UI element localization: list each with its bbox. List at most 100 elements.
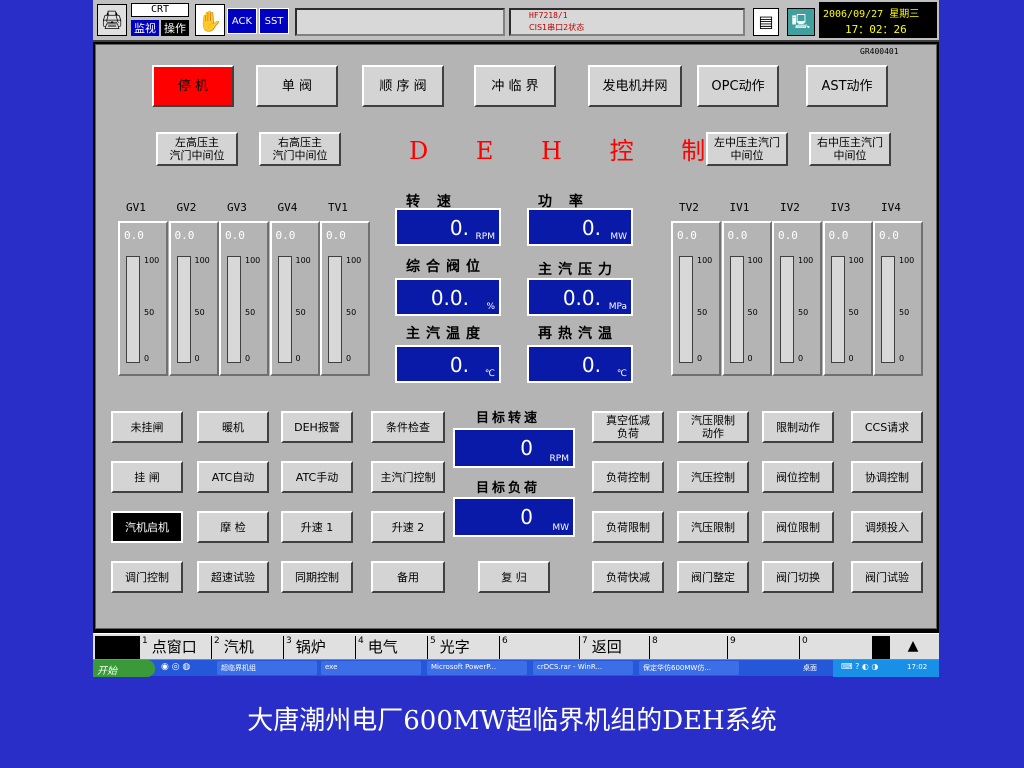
right-grid-button-3-2[interactable]: 阀门切换 bbox=[762, 561, 834, 593]
left-grid-button-2-2[interactable]: 升速 1 bbox=[281, 511, 353, 543]
tab-number: 1 bbox=[142, 636, 148, 646]
right-grid-button-3-0[interactable]: 负荷快减 bbox=[592, 561, 664, 593]
gauge-bar bbox=[126, 256, 140, 363]
label-reheat: 再热汽温 bbox=[538, 326, 618, 342]
right-grid-button-1-1[interactable]: 汽压控制 bbox=[677, 461, 749, 493]
monitor-button[interactable]: 监视 bbox=[131, 20, 159, 36]
right-grid-button-0-2[interactable]: 限制动作 bbox=[762, 411, 834, 443]
left-grid-button-1-3[interactable]: 主汽门控制 bbox=[371, 461, 445, 493]
left-grid-button-1-2[interactable]: ATC手动 bbox=[281, 461, 353, 493]
right-grid-button-1-2[interactable]: 阀位控制 bbox=[762, 461, 834, 493]
start-button[interactable]: 开始 bbox=[93, 660, 155, 677]
quick-launch-icons[interactable]: ◉ ◎ ◍ bbox=[161, 662, 190, 672]
hand-icon[interactable]: ✋ bbox=[195, 4, 225, 36]
unit-speed: RPM bbox=[475, 232, 495, 242]
left-grid-button-1-0[interactable]: 挂 闸 bbox=[111, 461, 183, 493]
top-button-5[interactable]: OPC动作 bbox=[697, 65, 779, 107]
scroll-up-icon[interactable]: ▲ bbox=[893, 638, 933, 658]
printer-icon[interactable]: 🖨 bbox=[97, 4, 127, 36]
taskbar-item-1[interactable]: exe bbox=[321, 661, 421, 675]
right-grid-button-2-3[interactable]: 调频投入 bbox=[851, 511, 923, 543]
right-grid-button-0-0[interactable]: 真空低减 负荷 bbox=[592, 411, 664, 443]
left-grid-button-3-0[interactable]: 调门控制 bbox=[111, 561, 183, 593]
left-grid-button-0-1[interactable]: 暖机 bbox=[197, 411, 269, 443]
left-grid-button-2-1[interactable]: 摩 检 bbox=[197, 511, 269, 543]
left-grid-button-0-3[interactable]: 条件检查 bbox=[371, 411, 445, 443]
right-grid-button-3-3[interactable]: 阀门试验 bbox=[851, 561, 923, 593]
right-grid-button-3-1[interactable]: 阀门整定 bbox=[677, 561, 749, 593]
value-temp: 0. bbox=[449, 353, 469, 377]
left-grid-button-3-2[interactable]: 同期控制 bbox=[281, 561, 353, 593]
tab-0[interactable]: 0 bbox=[799, 636, 872, 660]
tab-8[interactable]: 8 bbox=[649, 636, 727, 660]
sst-button[interactable]: SST bbox=[259, 8, 289, 34]
left-grid-button-2-0[interactable]: 汽机启机 bbox=[111, 511, 183, 543]
tab-1[interactable]: 1 点窗口 bbox=[139, 636, 211, 660]
taskbar-clock: 17:02 bbox=[907, 663, 928, 671]
left-grid-button-0-0[interactable]: 未挂闸 bbox=[111, 411, 183, 443]
tab-5[interactable]: 5 光字 bbox=[427, 636, 499, 660]
target-load-display[interactable]: 0 MW bbox=[453, 497, 575, 537]
tab-2[interactable]: 2 汽机 bbox=[211, 636, 283, 660]
scale-100: 100 bbox=[144, 256, 160, 265]
target-speed-label: 目标转速 bbox=[476, 411, 541, 426]
right-grid-button-2-2[interactable]: 阀位限制 bbox=[762, 511, 834, 543]
taskbar-item-3[interactable]: crDCS.rar - WinR... bbox=[533, 661, 633, 675]
ack-button[interactable]: ACK bbox=[227, 8, 257, 34]
tab-7[interactable]: 7 返回 bbox=[579, 636, 649, 660]
tab-4[interactable]: 4 电气 bbox=[355, 636, 427, 660]
right-grid-button-1-0[interactable]: 负荷控制 bbox=[592, 461, 664, 493]
taskbar-item-0[interactable]: 超临界机组 bbox=[217, 661, 317, 675]
right-grid-button-2-0[interactable]: 负荷限制 bbox=[592, 511, 664, 543]
target-load-value: 0 bbox=[520, 505, 533, 529]
tab-6[interactable]: 6 bbox=[499, 636, 579, 660]
reset-button[interactable]: 复 归 bbox=[478, 561, 550, 593]
scale-50: 50 bbox=[144, 308, 155, 317]
gauge-value: 0.0 bbox=[727, 229, 748, 242]
right-grid-button-1-3[interactable]: 协调控制 bbox=[851, 461, 923, 493]
value-pressure: 0.0. bbox=[562, 286, 601, 310]
top-button-2[interactable]: 顺 序 阀 bbox=[362, 65, 444, 107]
top-button-0[interactable]: 停 机 bbox=[152, 65, 234, 107]
scale-0: 0 bbox=[194, 354, 200, 363]
left-grid-button-2-3[interactable]: 升速 2 bbox=[371, 511, 445, 543]
gauge-value: 0.0 bbox=[677, 229, 697, 242]
gauge-label-iv3: IV3 bbox=[830, 201, 851, 214]
target-speed-display[interactable]: 0 RPM bbox=[453, 428, 575, 468]
taskbar-item-2[interactable]: Microsoft PowerP... bbox=[427, 661, 527, 675]
scale-50: 50 bbox=[899, 308, 910, 317]
right-grid-button-2-1[interactable]: 汽压限制 bbox=[677, 511, 749, 543]
tab-number: 9 bbox=[730, 636, 736, 646]
scale-100: 100 bbox=[848, 256, 864, 265]
right-ip-valve-mid-button[interactable]: 右中压主汽门 中间位 bbox=[809, 132, 891, 166]
display-power: 0. MW bbox=[527, 208, 633, 246]
top-button-3[interactable]: 冲 临 界 bbox=[474, 65, 556, 107]
top-button-6[interactable]: AST动作 bbox=[806, 65, 888, 107]
tab-3[interactable]: 3 锅炉 bbox=[283, 636, 355, 660]
valve-gauge-tv1: 0.0 100 50 0 bbox=[320, 221, 370, 376]
top-button-1[interactable]: 单 阀 bbox=[256, 65, 338, 107]
top-button-4[interactable]: 发电机并网 bbox=[588, 65, 682, 107]
right-hp-valve-mid-button[interactable]: 右高压主 汽门中间位 bbox=[259, 132, 341, 166]
left-grid-button-3-1[interactable]: 超速试验 bbox=[197, 561, 269, 593]
left-ip-valve-mid-button[interactable]: 左中压主汽门 中间位 bbox=[706, 132, 788, 166]
tab-number: 2 bbox=[214, 636, 220, 646]
gauge-bar bbox=[277, 256, 292, 363]
valve-gauge-iv2: 0.0 100 50 0 bbox=[772, 221, 822, 376]
tray-icons[interactable]: ⌨ ? ◐ ◑ bbox=[841, 662, 878, 671]
operate-button[interactable]: 操作 bbox=[161, 20, 189, 36]
taskbar-item-4[interactable]: 保定华仿600MW仿... bbox=[639, 661, 739, 675]
tab-9[interactable]: 9 bbox=[727, 636, 799, 660]
right-grid-button-0-1[interactable]: 汽压限制 动作 bbox=[677, 411, 749, 443]
display-pressure: 0.0. MPa bbox=[527, 278, 633, 316]
left-grid-button-0-2[interactable]: DEH报警 bbox=[281, 411, 353, 443]
command-field[interactable] bbox=[295, 8, 505, 36]
computer-icon[interactable]: 🖳 bbox=[787, 8, 815, 36]
left-hp-valve-mid-button[interactable]: 左高压主 汽门中间位 bbox=[156, 132, 238, 166]
right-grid-button-0-3[interactable]: CCS请求 bbox=[851, 411, 923, 443]
display-reheat: 0. ℃ bbox=[527, 345, 633, 383]
desktop-label[interactable]: 桌面 bbox=[803, 663, 817, 673]
left-grid-button-3-3[interactable]: 备用 bbox=[371, 561, 445, 593]
left-grid-button-1-1[interactable]: ATC自动 bbox=[197, 461, 269, 493]
document-icon[interactable]: ▤ bbox=[753, 8, 779, 36]
